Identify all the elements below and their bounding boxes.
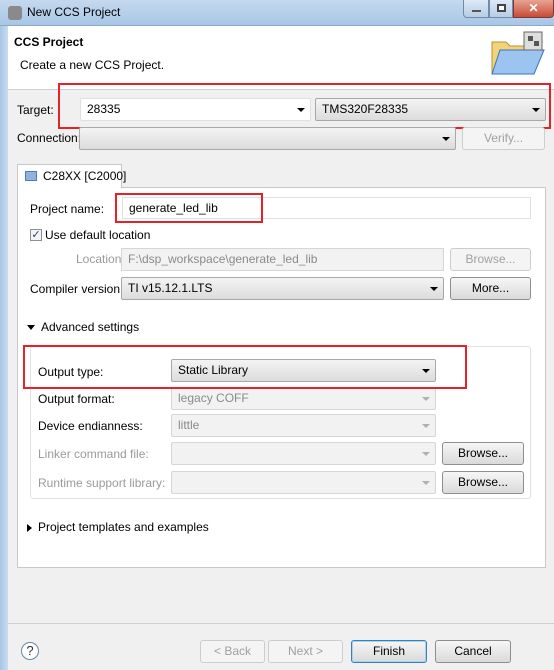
minimize-button[interactable] — [463, 0, 489, 18]
linker-command-file-label: Linker command file: — [38, 447, 149, 461]
project-name-label: Project name: — [30, 202, 105, 216]
help-icon: ? — [26, 643, 34, 658]
chevron-down-icon — [422, 480, 430, 485]
finish-button[interactable]: Finish — [351, 640, 427, 663]
maximize-button[interactable] — [489, 0, 513, 18]
output-format-label: Output format: — [38, 392, 115, 406]
chevron-down-icon — [422, 396, 430, 401]
advanced-settings-toggle[interactable]: Advanced settings — [27, 320, 139, 334]
chevron-down-icon — [422, 451, 430, 456]
page-subtitle: Create a new CCS Project. — [20, 58, 165, 72]
close-button[interactable]: ✕ — [513, 0, 554, 18]
wizard-header: CCS Project Create a new CCS Project. — [8, 26, 554, 90]
location-label: Location: — [76, 252, 125, 266]
close-icon: ✕ — [528, 1, 539, 15]
device-endianness-label: Device endianness: — [38, 419, 143, 433]
app-icon — [8, 6, 22, 20]
connection-combo[interactable] — [79, 127, 456, 150]
output-format-combo[interactable]: legacy COFF — [171, 387, 436, 410]
runtime-support-library-combo[interactable] — [171, 471, 436, 494]
runtime-support-library-label: Runtime support library: — [38, 476, 166, 490]
tab-panel: Project name: generate_led_lib ✓ Use def… — [17, 187, 546, 568]
collapsed-triangle-icon — [27, 523, 32, 532]
project-templates-label: Project templates and examples — [38, 520, 209, 534]
compiler-version-value: TI v15.12.1.LTS — [128, 281, 213, 295]
more-button[interactable]: More... — [450, 277, 531, 300]
page-title: CCS Project — [14, 35, 84, 49]
checkmark-icon: ✓ — [31, 229, 41, 241]
cancel-button[interactable]: Cancel — [435, 640, 511, 663]
title-bar: New CCS Project ✕ — [0, 0, 554, 26]
location-browse-button[interactable]: Browse... — [450, 248, 531, 271]
window-title: New CCS Project — [27, 5, 121, 19]
device-endianness-combo[interactable]: little — [171, 414, 436, 437]
verify-button[interactable]: Verify... — [462, 127, 545, 150]
location-input[interactable]: F:\dsp_workspace\generate_led_lib — [121, 248, 444, 271]
chevron-down-icon — [442, 136, 450, 141]
chevron-down-icon — [422, 423, 430, 428]
folder-cube-icon — [490, 30, 546, 76]
highlight-box-target — [58, 83, 551, 129]
chevron-down-icon — [430, 286, 438, 291]
back-button[interactable]: < Back — [200, 640, 265, 663]
compiler-version-combo[interactable]: TI v15.12.1.LTS — [121, 277, 444, 300]
help-button[interactable]: ? — [21, 642, 39, 660]
highlight-box-project-name — [115, 193, 263, 223]
rts-browse-button[interactable]: Browse... — [442, 471, 524, 494]
compiler-version-label: Compiler version: — [30, 282, 124, 296]
project-templates-toggle[interactable]: Project templates and examples — [27, 520, 209, 534]
tab-c28xx[interactable]: C28XX [C2000] — [17, 164, 126, 188]
output-format-value: legacy COFF — [178, 391, 249, 405]
minimize-icon — [472, 10, 481, 12]
linker-command-file-combo[interactable] — [171, 442, 436, 465]
advanced-settings-label: Advanced settings — [41, 320, 140, 334]
linker-browse-button[interactable]: Browse... — [442, 442, 524, 465]
connection-label: Connection: — [17, 131, 82, 145]
highlight-box-output-type — [23, 345, 467, 389]
use-default-location-label: Use default location — [45, 228, 151, 242]
tab-label: C28XX [C2000] — [43, 169, 127, 183]
device-endianness-value: little — [178, 418, 200, 432]
next-button[interactable]: Next > — [268, 640, 343, 663]
maximize-icon — [497, 4, 506, 12]
footer-separator — [8, 623, 554, 624]
use-default-location-checkbox[interactable]: ✓ — [30, 229, 42, 241]
expanded-triangle-icon — [27, 325, 35, 331]
window-frame — [0, 26, 8, 670]
project-folder-icon — [25, 171, 37, 181]
target-label: Target: — [17, 103, 54, 117]
